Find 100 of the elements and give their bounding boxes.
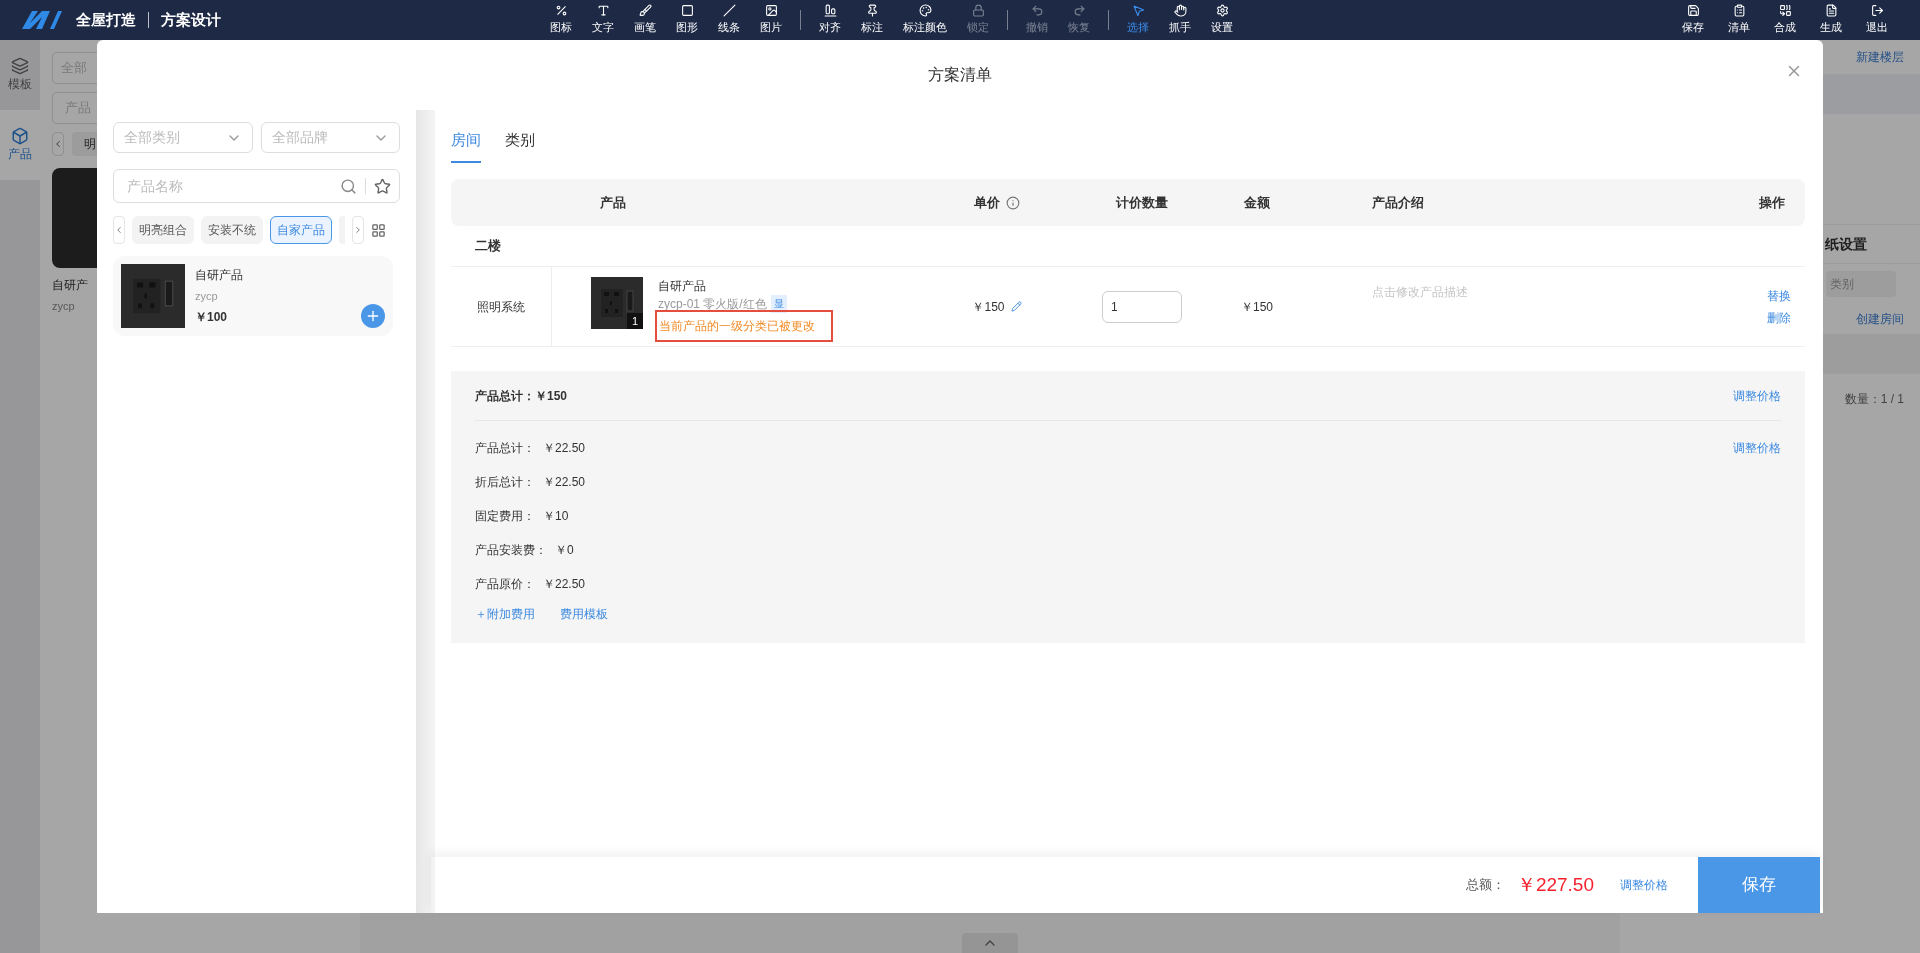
column-header: 产品 — [599, 193, 627, 212]
search-icon[interactable] — [340, 177, 357, 195]
info-icon[interactable] — [1006, 195, 1020, 210]
brand-title: 全屋打造 — [76, 9, 136, 30]
quantity-badge: 1 — [627, 313, 643, 329]
image-icon — [764, 4, 778, 18]
tab[interactable]: 类别 — [505, 128, 535, 163]
toolbar-button[interactable]: 图标 — [540, 0, 582, 40]
quantity-field[interactable]: 1 — [1102, 290, 1182, 323]
adjust-price-link[interactable]: 调整价格 — [1733, 386, 1781, 405]
fee-link[interactable]: 费用模板 — [560, 605, 608, 623]
section-title: 方案设计 — [161, 9, 221, 30]
toolbar-button[interactable]: 图片 — [750, 0, 792, 40]
list-icon — [1732, 4, 1746, 18]
category-chip[interactable]: 明亮组合 — [132, 216, 194, 244]
square-icon — [680, 4, 694, 18]
column-header: 计价数量 — [1115, 193, 1169, 212]
row-action-link[interactable]: 替换 — [1767, 286, 1791, 305]
chevron-left-icon — [114, 224, 124, 236]
combine-icon — [1778, 4, 1792, 18]
add-button[interactable] — [361, 304, 385, 328]
product-code: zycp — [195, 288, 219, 304]
summary-value: ￥10 — [543, 508, 569, 525]
save-button[interactable]: 保存 — [1698, 857, 1820, 913]
chevron-right-icon — [353, 224, 363, 236]
brush-icon — [638, 4, 652, 18]
star-icon[interactable] — [374, 177, 391, 195]
hand-icon — [1173, 4, 1187, 18]
sidebar-tab[interactable]: 模板 — [0, 40, 40, 110]
settings-icon — [1215, 4, 1229, 18]
action-button[interactable]: 合成 — [1762, 0, 1808, 40]
toolbar-button[interactable]: 选择 — [1117, 0, 1159, 40]
column-header: 产品介绍 — [1371, 193, 1425, 212]
product-code: zycp — [52, 299, 76, 314]
warning-message: 当前产品的一级分类已被更改 — [655, 310, 833, 342]
column-header: 单价 — [974, 193, 1000, 212]
action-button[interactable]: 生成 — [1808, 0, 1854, 40]
toolbar-button[interactable]: 抓手 — [1159, 0, 1201, 40]
toolbar-button[interactable]: 文字 — [582, 0, 624, 40]
new-floor-link[interactable]: 新建楼层 — [1856, 48, 1904, 66]
save-icon — [1686, 4, 1700, 18]
toolbar-button[interactable]: 对齐 — [809, 0, 851, 40]
toolbar-button[interactable]: 线条 — [708, 0, 750, 40]
adjust-price-link[interactable]: 调整价格 — [1733, 439, 1781, 457]
unit-price: ￥150 — [972, 298, 1005, 316]
product-name: 自研产品 — [195, 266, 244, 284]
adjust-price-link[interactable]: 调整价格 — [1620, 876, 1668, 894]
product-card[interactable]: 自研产品 zycp ￥100 — [113, 256, 393, 336]
sidebar-tab[interactable]: 产品 — [0, 110, 40, 180]
summary-total: 产品总计：￥150 — [475, 387, 568, 405]
pencil-icon[interactable] — [1010, 301, 1022, 312]
next-button[interactable] — [352, 216, 364, 244]
prev-button[interactable] — [52, 132, 64, 156]
redo-icon — [1072, 4, 1086, 18]
summary-value: ￥22.50 — [543, 576, 586, 593]
percent-icon — [554, 4, 568, 18]
amount: ￥150 — [1241, 298, 1273, 316]
row-action-link[interactable]: 删除 — [1767, 308, 1791, 327]
product-name: 自研产品 — [658, 278, 707, 295]
tab[interactable]: 房间 — [451, 128, 481, 163]
exit-icon — [1870, 4, 1884, 18]
floor-name: 二楼 — [475, 237, 501, 256]
layers-icon — [11, 57, 29, 75]
logo-icon — [20, 9, 64, 31]
toolbar-button[interactable]: 标注颜色 — [893, 0, 957, 40]
summary-label: 折后总计： — [475, 474, 535, 491]
column-header: 金额 — [1243, 193, 1271, 212]
summary-label: 产品安装费： — [475, 542, 547, 559]
summary-value: ￥22.50 — [543, 474, 586, 491]
toolbar-button[interactable]: 图形 — [666, 0, 708, 40]
line-icon — [722, 4, 736, 18]
plus-icon — [365, 308, 381, 324]
dialog-title: 方案清单 — [928, 65, 992, 85]
search-input[interactable]: 产品名称 — [127, 175, 340, 197]
toolbar-button[interactable]: 设置 — [1201, 0, 1243, 40]
total-label: 总额： — [1465, 876, 1505, 895]
fee-link[interactable]: ＋附加费用 — [475, 605, 535, 623]
room-name: 照明系统 — [477, 298, 525, 316]
toolbar-button[interactable]: 标注 — [851, 0, 893, 40]
summary-value: ￥0 — [555, 542, 574, 559]
column-header: 操作 — [1758, 193, 1786, 212]
grid-icon[interactable] — [371, 222, 386, 238]
action-button[interactable]: 保存 — [1670, 0, 1716, 40]
action-button[interactable]: 清单 — [1716, 0, 1762, 40]
palette-icon — [918, 4, 932, 18]
category-chip[interactable]: 安装不统 — [201, 216, 263, 244]
collapse-button[interactable] — [962, 933, 1018, 953]
panel-title: 纸设置 — [1825, 234, 1867, 254]
toolbar-button[interactable]: 画笔 — [624, 0, 666, 40]
pointer-icon — [1131, 4, 1145, 18]
text-icon — [596, 4, 610, 18]
summary-label: 产品总计： — [475, 440, 535, 457]
product-price: ￥100 — [195, 309, 229, 327]
total-amount: ￥227.50 — [1516, 872, 1594, 897]
search-field[interactable]: 产品名称 — [113, 169, 400, 203]
action-button[interactable]: 退出 — [1854, 0, 1900, 40]
chevron-left-icon — [53, 138, 63, 150]
create-room-link[interactable]: 创建房间 — [1856, 310, 1904, 328]
undo-icon — [1030, 4, 1044, 18]
category-chip[interactable]: 自家产品 — [270, 216, 332, 244]
